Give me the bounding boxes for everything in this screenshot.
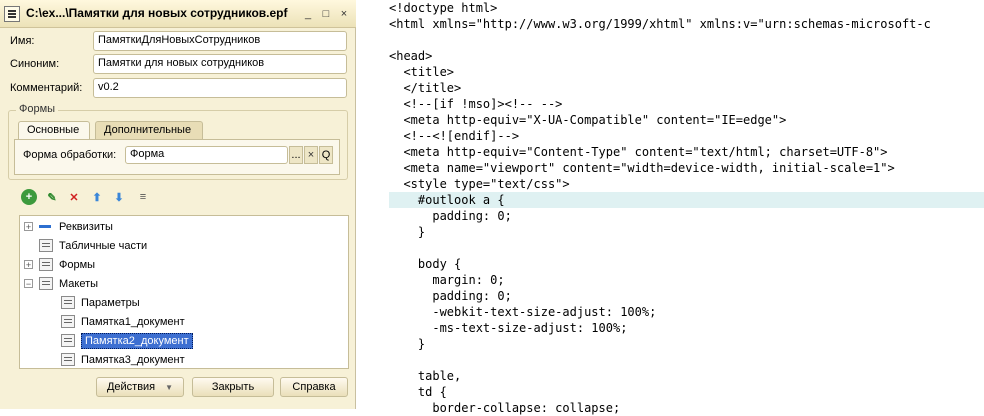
code-line: <style type="text/css"> xyxy=(389,177,570,191)
code-line: <meta http-equiv="Content-Type" content=… xyxy=(389,145,888,159)
tree-item-memo3[interactable]: Памятка3_документ xyxy=(61,350,185,368)
code-line: <meta name="viewport" content="width=dev… xyxy=(389,161,895,175)
code-line: margin: 0; xyxy=(389,273,505,287)
add-icon[interactable]: + xyxy=(21,189,37,205)
code-line: <meta http-equiv="X-UA-Compatible" conte… xyxy=(389,113,787,127)
code-line: <title> xyxy=(389,65,455,79)
forms-legend: Формы xyxy=(16,103,59,115)
move-down-icon[interactable]: ⬇ xyxy=(111,189,127,205)
name-label: Имя: xyxy=(10,35,35,47)
tree-item-label: Реквизиты xyxy=(59,220,113,233)
tree-item-label: Макеты xyxy=(59,277,99,290)
tab-extra[interactable]: Дополнительные xyxy=(95,121,203,139)
tab-main[interactable]: Основные xyxy=(18,121,90,139)
comment-label: Комментарий: xyxy=(10,82,83,94)
search-icon[interactable]: Q xyxy=(319,146,333,164)
tree-item-memo2[interactable]: Памятка2_документ xyxy=(61,331,193,350)
tree-item-label: Памятка3_документ xyxy=(81,353,185,366)
tree-item-tabular-sections[interactable]: Табличные части xyxy=(39,236,147,255)
collapse-icon[interactable]: − xyxy=(24,279,33,289)
synonym-field[interactable]: Памятки для новых сотрудников xyxy=(93,54,347,74)
code-line: } xyxy=(389,337,426,351)
expand-icon[interactable]: + xyxy=(24,260,33,270)
tree-item-label: Памятка1_документ xyxy=(81,315,185,328)
code-line: td { xyxy=(389,385,447,399)
maximize-button[interactable]: □ xyxy=(318,6,334,22)
list-icon[interactable]: ≡ xyxy=(135,189,151,205)
minimize-button[interactable]: _ xyxy=(300,6,316,22)
expand-icon[interactable]: + xyxy=(24,222,33,232)
metadata-tree: + Реквизиты Табличные части + Формы − Ма… xyxy=(19,215,349,369)
code-line: <!--<![endif]--> xyxy=(389,129,520,143)
tree-item-label-selected: Памятка2_документ xyxy=(81,332,193,349)
code-line: -ms-text-size-adjust: 100%; xyxy=(389,321,628,335)
code-line: } xyxy=(389,225,426,239)
edit-icon[interactable]: ✎ xyxy=(44,189,60,205)
close-window-button[interactable]: × xyxy=(336,6,352,22)
code-line: <!--[if !mso]><!-- --> xyxy=(389,97,563,111)
close-button[interactable]: Закрыть xyxy=(192,377,274,397)
code-line: body { xyxy=(389,257,462,271)
template-icon xyxy=(39,277,53,290)
clear-icon[interactable]: × xyxy=(304,146,318,164)
title-bar[interactable]: C:\ex...\Памятки для новых сотрудников.e… xyxy=(0,0,356,28)
comment-field[interactable]: v0.2 xyxy=(93,78,347,98)
code-line: <!doctype html> xyxy=(389,1,498,15)
tree-item-label: Параметры xyxy=(81,296,140,309)
epf-window: C:\ex...\Памятки для новых сотрудников.e… xyxy=(0,0,356,409)
code-line: padding: 0; xyxy=(389,209,512,223)
template-icon xyxy=(61,296,75,309)
form-icon xyxy=(39,258,53,271)
move-up-icon[interactable]: ⬆ xyxy=(89,189,105,205)
tree-item-label: Табличные части xyxy=(59,239,148,252)
tree-item-forms[interactable]: + Формы xyxy=(24,255,95,274)
processing-form-label: Форма обработки: xyxy=(23,149,117,161)
code-line: </title> xyxy=(389,81,462,95)
help-button[interactable]: Справка xyxy=(280,377,348,397)
form-icon xyxy=(4,6,20,22)
tree-item-label: Формы xyxy=(59,258,96,271)
table-icon xyxy=(39,239,53,252)
code-line: table, xyxy=(389,369,462,383)
tree-item-parameters[interactable]: Параметры xyxy=(61,293,140,312)
actions-label: Действия xyxy=(106,381,156,393)
code-line: <head> xyxy=(389,49,433,63)
name-field[interactable]: ПамяткиДляНовыхСотрудников xyxy=(93,31,347,51)
code-line: padding: 0; xyxy=(389,289,512,303)
code-line: #outlook a { xyxy=(389,193,505,207)
code-editor[interactable]: <!doctype html> <html xmlns="http://www.… xyxy=(389,0,984,415)
processing-form-field[interactable]: Форма xyxy=(125,146,288,164)
select-button[interactable]: ... xyxy=(289,146,303,164)
code-line: border-collapse: collapse; xyxy=(389,401,621,415)
window-title: C:\ex...\Памятки для новых сотрудников.e… xyxy=(26,6,288,20)
actions-button[interactable]: Действия ▼ xyxy=(96,377,184,397)
chevron-down-icon: ▼ xyxy=(165,382,174,392)
template-icon xyxy=(61,334,75,347)
code-line: -webkit-text-size-adjust: 100%; xyxy=(389,305,657,319)
template-icon xyxy=(61,353,75,366)
tree-item-templates[interactable]: − Макеты xyxy=(24,274,98,293)
tree-item-memo1[interactable]: Памятка1_документ xyxy=(61,312,185,331)
code-line: <html xmlns="http://www.w3.org/1999/xhtm… xyxy=(389,17,931,31)
template-icon xyxy=(61,315,75,328)
delete-icon[interactable]: ✕ xyxy=(66,189,82,205)
synonym-label: Синоним: xyxy=(10,58,60,70)
attributes-icon xyxy=(39,225,51,228)
tree-item-attributes[interactable]: + Реквизиты xyxy=(24,217,113,236)
